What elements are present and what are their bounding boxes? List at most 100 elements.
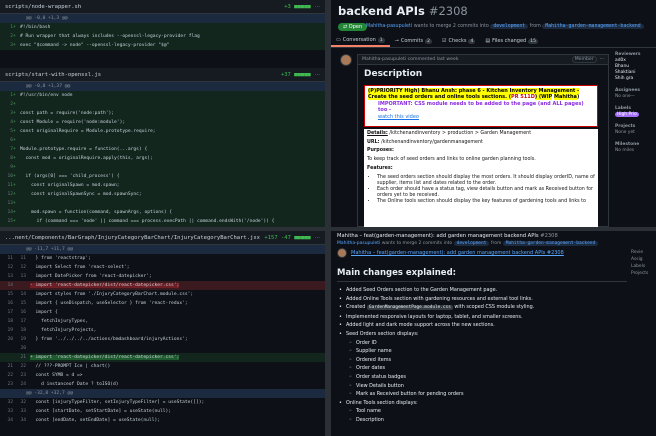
hunk-header[interactable]: @@ -11,7 +11,7 @@	[0, 245, 325, 254]
line-number[interactable]: 15	[0, 219, 13, 224]
old-line-number[interactable]: 15	[0, 292, 13, 297]
rail-item[interactable]: Revie	[631, 249, 656, 256]
new-line-number[interactable]: 32	[13, 400, 26, 405]
line-number[interactable]: 6	[0, 138, 13, 143]
rail-item[interactable]: Projects	[631, 270, 656, 277]
diff-line: 13 13 import DatePicker from 'react-datep…	[0, 272, 325, 281]
line-number[interactable]: 2	[0, 102, 13, 107]
line-number[interactable]: 12	[0, 192, 13, 197]
new-line-number[interactable]: 33	[13, 409, 26, 414]
pr-description-pane: Mahitha – feat(garden-management): add g…	[331, 231, 656, 436]
line-number[interactable]: 8	[0, 156, 13, 161]
old-line-number[interactable]: 18	[0, 319, 13, 324]
old-line-number[interactable]: 13	[0, 274, 13, 279]
new-line-number[interactable]: 19	[13, 337, 26, 342]
more-options-icon[interactable]: ···	[315, 72, 320, 78]
old-line-number[interactable]: 14	[0, 283, 13, 288]
file-header-injury-chart[interactable]: ...nent/Components/BarGraph/InjuryCatego…	[0, 231, 325, 245]
tab-commits[interactable]: ⊸ Commits 2	[390, 35, 437, 47]
line-number[interactable]: 2	[0, 34, 13, 39]
base-branch[interactable]: development	[490, 24, 529, 29]
rail-item[interactable]: Assig	[631, 256, 656, 263]
old-line-number[interactable]: 12	[0, 265, 13, 270]
line-number[interactable]: 14	[0, 210, 13, 215]
new-line-number[interactable]: 13	[13, 274, 26, 279]
avatar[interactable]	[337, 248, 347, 258]
line-number[interactable]: 11	[0, 183, 13, 188]
new-line-number[interactable]: 11	[13, 256, 26, 261]
old-line-number[interactable]: 11	[0, 256, 13, 261]
file-header-start-with-openssl[interactable]: scripts/start-with-openssl.js +37 ■■■■■ …	[0, 68, 325, 82]
head-branch[interactable]: Mahitha-garden-management-backend	[542, 24, 644, 29]
author-link[interactable]: Mahitha-pasupuleti	[337, 241, 380, 246]
new-line-number[interactable]: 34	[13, 418, 26, 423]
base-branch[interactable]: development	[453, 241, 490, 246]
line-number[interactable]: 5	[0, 129, 13, 134]
file-header-node-wrapper[interactable]: scripts/node-wrapper.sh +3 ■■■■■ ···	[0, 0, 325, 14]
new-line-number[interactable]: 21	[13, 355, 26, 360]
old-line-number[interactable]: 34	[0, 418, 13, 423]
diff-line: 18 17 fetchInjuryTypes,	[0, 317, 325, 326]
old-line-number[interactable]: 33	[0, 409, 13, 414]
old-line-number[interactable]: 22	[0, 373, 13, 378]
tab-conversation[interactable]: ▭ Conversation 1	[331, 35, 390, 47]
new-line-number[interactable]: 12	[13, 265, 26, 270]
new-line-number[interactable]: 15	[13, 301, 26, 306]
feature-item: Each order should have a status tag, vie…	[377, 187, 595, 199]
checks-icon: ☑	[442, 38, 447, 44]
new-line-number[interactable]: 20	[13, 346, 26, 351]
line-number[interactable]: 1	[0, 93, 13, 98]
code-text: import styles from './InjuryCategoryBarC…	[30, 292, 194, 297]
more-options-icon[interactable]: ···	[315, 4, 320, 10]
code-text: const SYMB = d =>	[30, 373, 83, 378]
new-line-number[interactable]: 17	[13, 319, 26, 324]
new-line-number[interactable]: 24	[13, 382, 26, 387]
commit-icon: ⊸	[394, 38, 399, 44]
new-line-number[interactable]: 23	[13, 373, 26, 378]
new-line-number[interactable]: 14	[13, 292, 26, 297]
feature-item: The Online tools section should display …	[377, 199, 595, 205]
old-line-number[interactable]: 20	[0, 337, 13, 342]
diff-line: 6 +	[0, 136, 325, 145]
author-link[interactable]: Mahitha-pasupuleti	[366, 24, 412, 29]
old-line-number[interactable]: 17	[0, 310, 13, 315]
code-text: const mod = originalRequire.apply(this, …	[20, 156, 153, 161]
file-path[interactable]: scripts/node-wrapper.sh	[5, 4, 284, 10]
pr-state-badge: ⇄ Open	[338, 23, 368, 31]
watch-video-link[interactable]: watch this video	[378, 114, 419, 120]
file-path[interactable]: ...nent/Components/BarGraph/InjuryCatego…	[5, 235, 264, 241]
tab-checks[interactable]: ☑ Checks 4	[437, 35, 480, 47]
line-number[interactable]: 10	[0, 174, 13, 179]
pr-ref[interactable]: PR 511D	[511, 94, 535, 100]
new-line-number[interactable]: 16	[13, 310, 26, 315]
change-item: Added light and dark mode support across…	[339, 321, 639, 330]
line-number[interactable]: 9	[0, 165, 13, 170]
old-line-number[interactable]: 23	[0, 382, 13, 387]
avatar[interactable]	[340, 54, 352, 66]
label-badge[interactable]: High Prio	[615, 112, 639, 117]
line-number[interactable]: 3	[0, 43, 13, 48]
line-number[interactable]: 4	[0, 120, 13, 125]
rail-item[interactable]: Labels	[631, 263, 656, 270]
hunk-header[interactable]: @@ -0,0 +1,3 @@	[0, 14, 325, 23]
old-line-number[interactable]: 32	[0, 400, 13, 405]
old-line-number[interactable]: 19	[0, 328, 13, 333]
commit-link[interactable]: Mahitha – feat(garden-management): add g…	[351, 250, 564, 256]
hunk-header[interactable]: @@ -0,0 +1,37 @@	[0, 82, 325, 91]
pr-title-text: backend APIs	[338, 4, 425, 18]
hunk-header[interactable]: @@ -32,8 +32,7 @@	[0, 389, 325, 398]
tab-count: 1	[377, 37, 385, 43]
head-branch[interactable]: Mahitha-garden-management-backend	[502, 241, 599, 246]
old-line-number[interactable]: 21	[0, 364, 13, 369]
more-options-icon[interactable]: ···	[315, 235, 320, 241]
kebab-icon[interactable]: ···	[600, 57, 604, 62]
line-number[interactable]: 13	[0, 201, 13, 206]
new-line-number[interactable]: 22	[13, 364, 26, 369]
line-number[interactable]: 3	[0, 111, 13, 116]
line-number[interactable]: 7	[0, 147, 13, 152]
tab-files-changed[interactable]: ▤ Files changed 15	[480, 35, 543, 47]
file-path[interactable]: scripts/start-with-openssl.js	[5, 72, 281, 78]
line-number[interactable]: 1	[0, 25, 13, 30]
new-line-number[interactable]: 18	[13, 328, 26, 333]
old-line-number[interactable]: 16	[0, 301, 13, 306]
